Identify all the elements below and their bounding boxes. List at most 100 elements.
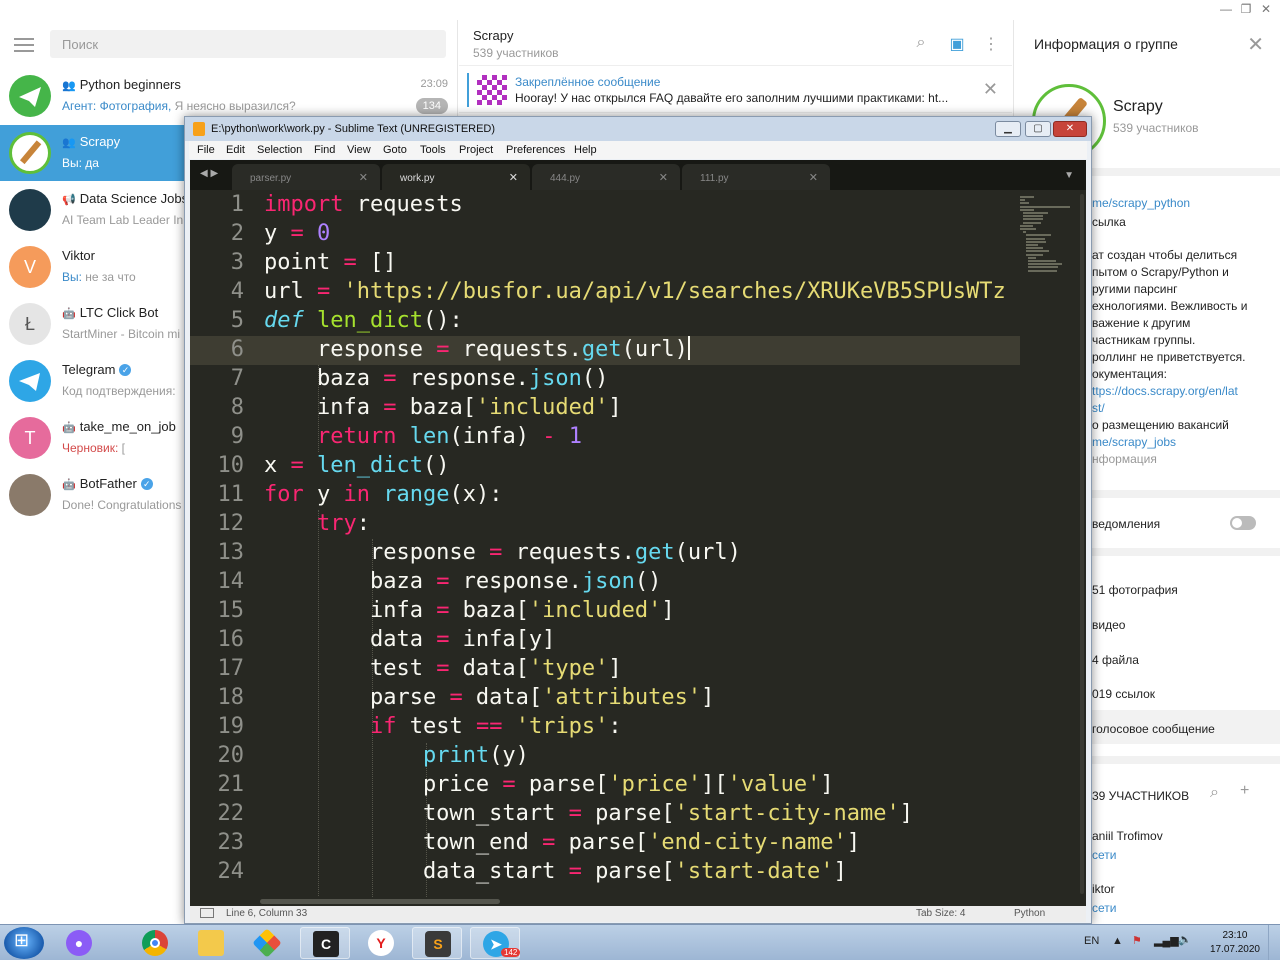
console-toggle-icon[interactable]	[200, 908, 214, 918]
menu-help[interactable]: Help	[574, 144, 597, 156]
flag-icon[interactable]: ⚑	[1132, 934, 1142, 947]
code-line[interactable]: price = parse['price']['value']	[264, 770, 834, 799]
menu-icon[interactable]	[14, 38, 34, 56]
code-line[interactable]: if test == 'trips':	[264, 712, 622, 741]
scrollbar-thumb[interactable]	[260, 899, 500, 904]
taskbar-alice[interactable]: ●	[54, 927, 104, 959]
code-line[interactable]: print(y)	[264, 741, 529, 770]
code-line[interactable]: url = 'https://busfor.ua/api/v1/searches…	[264, 277, 1006, 306]
maximize-icon[interactable]: ❐	[1236, 2, 1256, 16]
member-name[interactable]: iktor	[1092, 882, 1115, 896]
code-line[interactable]: baza = response.json()	[264, 364, 608, 393]
search-icon[interactable]: ⌕	[1210, 784, 1219, 802]
notifications-toggle[interactable]	[1230, 516, 1256, 530]
taskbar-yandex[interactable]: Y	[356, 927, 406, 959]
menu-file[interactable]: File	[197, 144, 215, 156]
volume-icon[interactable]: 🔈	[1178, 933, 1192, 946]
menu-find[interactable]: Find	[314, 144, 335, 156]
close-icon[interactable]: ✕	[359, 171, 368, 184]
start-button[interactable]	[4, 927, 44, 959]
link-text[interactable]: me/scrapy_python	[1092, 196, 1190, 210]
menu-goto[interactable]: Goto	[383, 144, 407, 156]
code-editor[interactable]: 1 2 3 4 5 6 7 8 9 10 11 12 13 14 15 16 17 18 19 20 21 22 23 24 …	[190, 190, 1086, 906]
code-line[interactable]: response = requests.get(url)	[264, 538, 741, 567]
chat-avatar	[9, 75, 51, 117]
taskbar-console[interactable]: C	[300, 927, 350, 959]
taskbar-gem[interactable]	[242, 927, 292, 959]
menu-preferences[interactable]: Preferences	[506, 144, 565, 156]
close-icon[interactable]: ✕	[809, 171, 818, 184]
minimize-button[interactable]: ▁	[995, 121, 1021, 137]
code-line[interactable]: data_start = parse['start-date']	[264, 857, 847, 886]
code-line[interactable]: import requests	[264, 190, 463, 219]
code-area[interactable]: import requests y = 0 point = [] url = 'htt…	[264, 190, 1020, 906]
maximize-button[interactable]: ▢	[1025, 121, 1051, 137]
menu-selection[interactable]: Selection	[257, 144, 302, 156]
taskbar-sublime[interactable]: S	[412, 927, 462, 959]
language-indicator[interactable]: EN	[1084, 935, 1099, 947]
more-icon[interactable]: ⋮	[981, 34, 1001, 54]
menu-view[interactable]: View	[347, 144, 371, 156]
menu-tools[interactable]: Tools	[420, 144, 446, 156]
minimap[interactable]	[1020, 190, 1080, 410]
tab-work-py[interactable]: work.py ✕	[382, 164, 530, 190]
code-line[interactable]: point = []	[264, 248, 396, 277]
code-line[interactable]: test = data['type']	[264, 654, 622, 683]
syntax-label[interactable]: Python	[1014, 908, 1045, 919]
group-link[interactable]: me/scrapy_python	[1092, 195, 1277, 212]
code-line[interactable]: return len(infa) - 1	[264, 422, 582, 451]
pinned-message[interactable]: Закреплённое сообщение Hooray! У нас отк…	[459, 67, 1012, 113]
sidebar-toggle-icon[interactable]: ▣	[947, 34, 967, 54]
code-line[interactable]: baza = response.json()	[264, 567, 661, 596]
close-button[interactable]: ✕	[1053, 121, 1087, 137]
jobs-link[interactable]: me/scrapy_jobs	[1092, 434, 1277, 451]
close-icon[interactable]: ✕	[659, 171, 668, 184]
tab-parser-py[interactable]: parser.py ✕	[232, 164, 380, 190]
tab-scroll-arrows-icon[interactable]: ◀ ▶	[200, 168, 218, 179]
code-line[interactable]: infa = baza['included']	[264, 393, 622, 422]
tab-444-py[interactable]: 444.py ✕	[532, 164, 680, 190]
menu-edit[interactable]: Edit	[226, 144, 245, 156]
code-line[interactable]: response = requests.get(url)	[264, 335, 690, 364]
code-line[interactable]: parse = data['attributes']	[264, 683, 714, 712]
search-icon[interactable]: ⌕	[911, 34, 931, 52]
tab-size[interactable]: Tab Size: 4	[916, 908, 965, 919]
media-voice[interactable]: голосовое сообщение	[1092, 722, 1277, 736]
show-desktop-button[interactable]	[1268, 925, 1280, 960]
menu-project[interactable]: Project	[459, 144, 493, 156]
media-files[interactable]: 4 файла	[1092, 653, 1277, 667]
taskbar-explorer[interactable]	[186, 927, 236, 959]
code-line[interactable]: town_start = parse['start-city-name']	[264, 799, 913, 828]
search-input[interactable]: Поиск	[50, 30, 446, 58]
member-name[interactable]: aniil Trofimov	[1092, 829, 1163, 843]
sublime-icon: S	[425, 931, 451, 957]
system-clock[interactable]: 23:10 17.07.2020	[1210, 929, 1260, 957]
code-line[interactable]: y = 0	[264, 219, 330, 248]
code-line[interactable]: try:	[264, 509, 370, 538]
code-line[interactable]: def len_dict():	[264, 306, 463, 335]
minimize-icon[interactable]: —	[1216, 2, 1236, 16]
docs-link[interactable]: st/	[1092, 400, 1277, 417]
code-line[interactable]: infa = baza['included']	[264, 596, 675, 625]
close-icon[interactable]: ✕	[1247, 32, 1264, 57]
add-member-icon[interactable]: +	[1240, 782, 1249, 800]
media-photos[interactable]: 51 фотография	[1092, 583, 1277, 597]
docs-link[interactable]: ttps://docs.scrapy.org/en/lat	[1092, 383, 1277, 400]
code-line[interactable]: data = infa[y]	[264, 625, 555, 654]
close-icon[interactable]: ✕	[983, 79, 998, 100]
code-line[interactable]: town_end = parse['end-city-name']	[264, 828, 860, 857]
media-videos[interactable]: видео	[1092, 618, 1277, 632]
code-line[interactable]: for y in range(x):	[264, 480, 502, 509]
tab-dropdown-icon[interactable]: ▼	[1064, 170, 1074, 181]
taskbar-chrome[interactable]	[130, 927, 180, 959]
network-icon[interactable]: ▂▄▆	[1154, 934, 1179, 947]
vertical-scrollbar[interactable]	[1080, 194, 1084, 894]
close-icon[interactable]: ✕	[1256, 2, 1276, 16]
taskbar-telegram[interactable]: ➤ 142	[470, 927, 521, 959]
show-hidden-icon[interactable]: ▲	[1112, 935, 1123, 947]
horizontal-scrollbar[interactable]	[190, 897, 1086, 906]
media-links[interactable]: 019 ссылок	[1092, 687, 1277, 701]
code-line[interactable]: x = len_dict()	[264, 451, 449, 480]
close-icon[interactable]: ✕	[509, 171, 518, 184]
tab-111-py[interactable]: 111.py ✕	[682, 164, 830, 190]
